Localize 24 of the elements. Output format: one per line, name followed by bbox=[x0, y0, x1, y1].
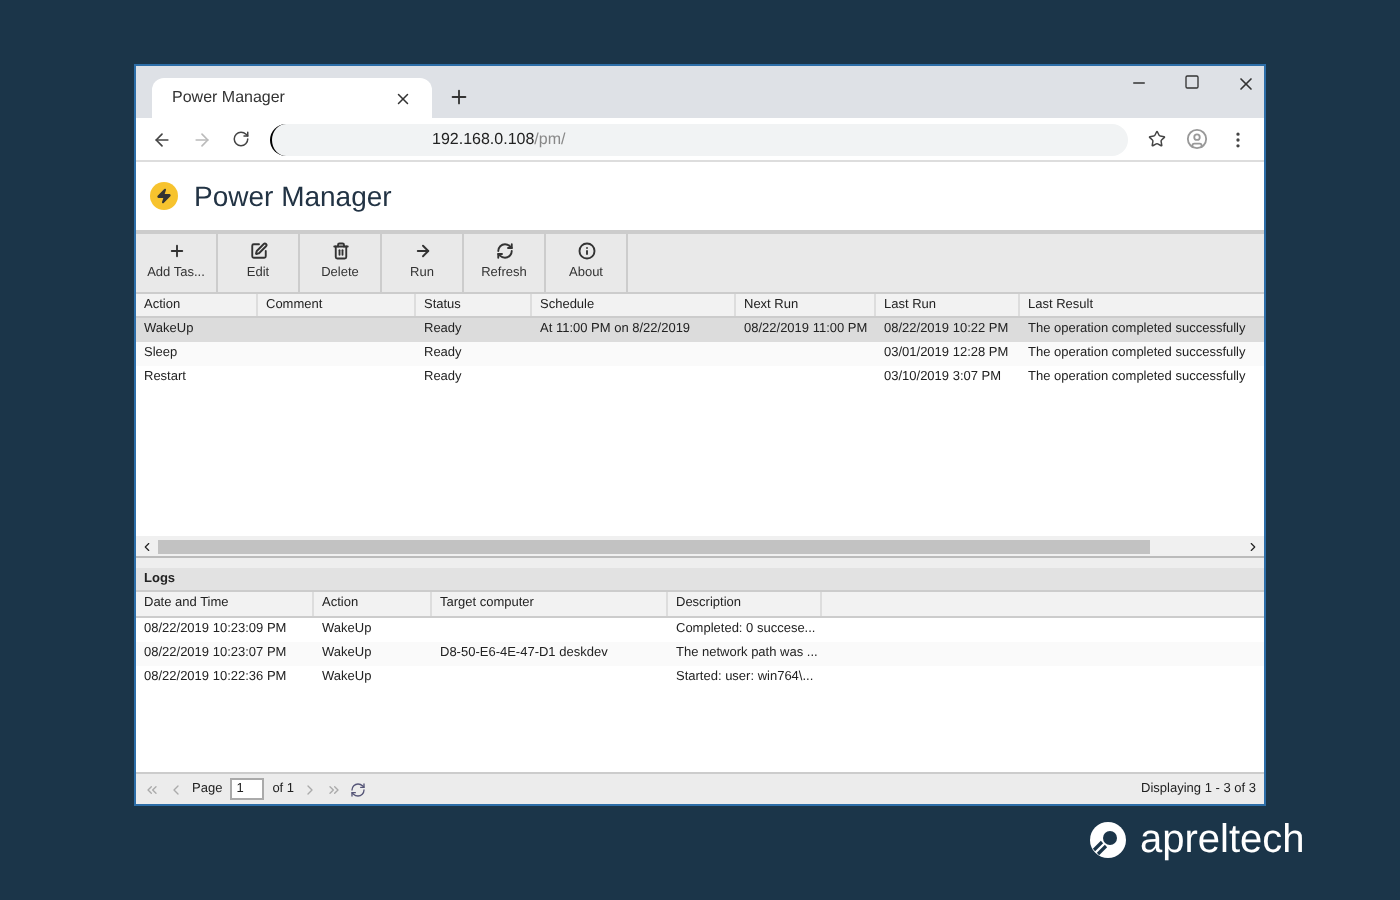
refresh-icon bbox=[495, 242, 513, 261]
browser-tab[interactable]: Power Manager bbox=[152, 78, 432, 118]
new-tab-icon[interactable] bbox=[448, 86, 470, 108]
arrow-right-icon bbox=[413, 242, 431, 261]
brand-logo-icon bbox=[1088, 820, 1128, 860]
horizontal-scrollbar[interactable] bbox=[158, 539, 1150, 553]
edit-icon bbox=[249, 242, 267, 261]
lightning-logo-icon bbox=[150, 182, 178, 210]
close-window-icon[interactable] bbox=[1236, 74, 1256, 94]
close-icon[interactable] bbox=[394, 89, 412, 107]
maximize-icon[interactable] bbox=[1184, 74, 1200, 90]
reload-icon[interactable] bbox=[232, 130, 250, 148]
back-icon[interactable] bbox=[152, 129, 172, 149]
bookmark-star-icon[interactable] bbox=[1148, 130, 1166, 148]
address-bar[interactable]: 192.168.0.108/pm/ bbox=[270, 123, 1128, 155]
refresh-icon[interactable] bbox=[350, 781, 367, 797]
scroll-right-icon[interactable] bbox=[1246, 539, 1260, 553]
plus-icon bbox=[167, 242, 185, 261]
app-title: Power Manager bbox=[194, 177, 392, 216]
info-icon bbox=[577, 242, 595, 261]
trash-icon bbox=[331, 242, 349, 261]
profile-icon[interactable] bbox=[1186, 128, 1208, 150]
scroll-left-icon[interactable] bbox=[140, 539, 154, 553]
brand-name: apreltech bbox=[1140, 820, 1305, 860]
